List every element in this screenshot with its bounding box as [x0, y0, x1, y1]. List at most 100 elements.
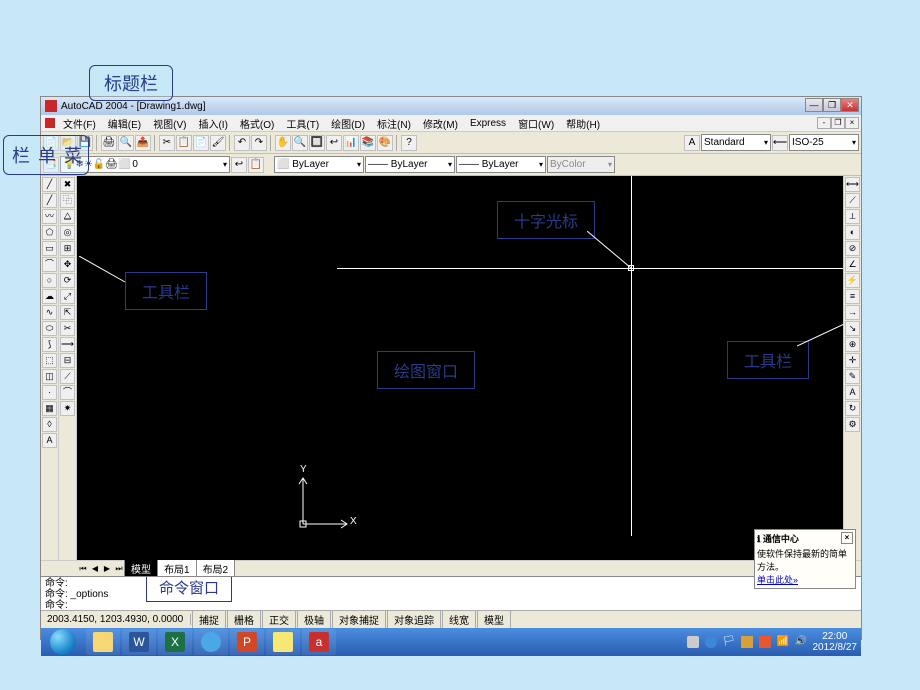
doc-close[interactable]: × — [845, 117, 859, 129]
region-icon[interactable]: ◊ — [42, 417, 57, 432]
dc-icon[interactable]: 📚 — [360, 135, 376, 151]
copy-icon[interactable]: 📋 — [176, 135, 192, 151]
match-icon[interactable]: 🖌 — [210, 135, 226, 151]
dim-baseline-icon[interactable]: ≡ — [845, 289, 860, 304]
extend-icon[interactable]: ⟶ — [60, 337, 75, 352]
fillet-icon[interactable]: ⌒ — [60, 385, 75, 400]
tray-icon[interactable] — [741, 636, 753, 648]
dim-aligned-icon[interactable]: ⟋ — [845, 193, 860, 208]
publish-icon[interactable]: 📤 — [135, 135, 151, 151]
menu-insert[interactable]: 插入(I) — [192, 115, 233, 132]
lineweight-dropdown[interactable]: —— ByLayer — [456, 156, 546, 173]
tray-flag-icon[interactable]: 🏳 — [723, 636, 735, 648]
move-icon[interactable]: ✥ — [60, 257, 75, 272]
doc-minimize[interactable]: - — [817, 117, 831, 129]
doc-icon[interactable] — [45, 118, 55, 128]
layer-previous-icon[interactable]: ↩ — [231, 157, 247, 173]
snap-toggle[interactable]: 捕捉 — [192, 610, 226, 629]
tab-nav-next[interactable]: ▶ — [101, 564, 113, 574]
pline-icon[interactable]: 〰 — [42, 209, 57, 224]
model-toggle[interactable]: 模型 — [477, 610, 511, 629]
erase-icon[interactable]: ✖ — [60, 177, 75, 192]
task-explorer[interactable] — [86, 629, 120, 655]
text-style-icon[interactable]: A — [684, 135, 700, 151]
tp-icon[interactable]: 🎨 — [377, 135, 393, 151]
paste-icon[interactable]: 📄 — [193, 135, 209, 151]
color-dropdown[interactable]: ⬜ ByLayer — [274, 156, 364, 173]
help-icon[interactable]: ? — [401, 135, 417, 151]
ortho-toggle[interactable]: 正交 — [262, 610, 296, 629]
tray-volume-icon[interactable]: 🔊 — [795, 636, 807, 648]
print-icon[interactable]: 🖨 — [101, 135, 117, 151]
menu-format[interactable]: 格式(O) — [234, 115, 280, 132]
line-icon[interactable]: ╱ — [42, 177, 57, 192]
leader-icon[interactable]: ↘ — [845, 321, 860, 336]
otrack-toggle[interactable]: 对象追踪 — [387, 610, 441, 629]
text-style-dropdown[interactable]: Standard — [701, 134, 771, 151]
pan-icon[interactable]: ✋ — [275, 135, 291, 151]
revcloud-icon[interactable]: ☁ — [42, 289, 57, 304]
layer-states-icon[interactable]: 📋 — [248, 157, 264, 173]
tray-icon[interactable] — [759, 636, 771, 648]
xline-icon[interactable]: ╱ — [42, 193, 57, 208]
circle-icon[interactable]: ○ — [42, 273, 57, 288]
break-icon[interactable]: ⊟ — [60, 353, 75, 368]
zoom-rt-icon[interactable]: 🔍 — [292, 135, 308, 151]
arc-icon[interactable]: ⌒ — [42, 257, 57, 272]
dim-edit-icon[interactable]: ✎ — [845, 369, 860, 384]
offset-icon[interactable]: ◎ — [60, 225, 75, 240]
dim-angular-icon[interactable]: ∠ — [845, 257, 860, 272]
polar-toggle[interactable]: 极轴 — [297, 610, 331, 629]
dim-quick-icon[interactable]: ⚡ — [845, 273, 860, 288]
menu-draw[interactable]: 绘图(D) — [325, 115, 371, 132]
zoom-win-icon[interactable]: 🔲 — [309, 135, 325, 151]
task-notes[interactable] — [266, 629, 300, 655]
menu-express[interactable]: Express — [464, 117, 512, 130]
text-icon[interactable]: A — [42, 433, 57, 448]
cut-icon[interactable]: ✂ — [159, 135, 175, 151]
dim-radius-icon[interactable]: ◐ — [845, 225, 860, 240]
hatch-icon[interactable]: ▦ — [42, 401, 57, 416]
rotate-icon[interactable]: ⟳ — [60, 273, 75, 288]
maximize-button[interactable]: ❐ — [823, 98, 841, 112]
dim-diameter-icon[interactable]: ⊘ — [845, 241, 860, 256]
trim-icon[interactable]: ✂ — [60, 321, 75, 336]
copy-obj-icon[interactable]: ⿻ — [60, 193, 75, 208]
tray-network-icon[interactable]: 📶 — [777, 636, 789, 648]
dim-update-icon[interactable]: ↻ — [845, 401, 860, 416]
polygon-icon[interactable]: ⬠ — [42, 225, 57, 240]
tab-nav-first[interactable]: ⏮ — [77, 564, 89, 574]
task-word[interactable]: W — [122, 629, 156, 655]
chamfer-icon[interactable]: ⟋ — [60, 369, 75, 384]
preview-icon[interactable]: 🔍 — [118, 135, 134, 151]
dim-style-icon[interactable]: ⟵ — [772, 135, 788, 151]
ellipse-arc-icon[interactable]: ⟆ — [42, 337, 57, 352]
task-autocad[interactable]: a — [302, 629, 336, 655]
lwt-toggle[interactable]: 线宽 — [442, 610, 476, 629]
center-mark-icon[interactable]: ✛ — [845, 353, 860, 368]
linetype-dropdown[interactable]: —— ByLayer — [365, 156, 455, 173]
menu-view[interactable]: 视图(V) — [147, 115, 192, 132]
array-icon[interactable]: ⊞ — [60, 241, 75, 256]
insert-block-icon[interactable]: ⬚ — [42, 353, 57, 368]
menu-dimension[interactable]: 标注(N) — [371, 115, 417, 132]
dim-style-dropdown[interactable]: ISO-25 — [789, 134, 859, 151]
rectangle-icon[interactable]: ▭ — [42, 241, 57, 256]
dim-style-icon[interactable]: ⚙ — [845, 417, 860, 432]
taskbar-clock[interactable]: 22:00 2012/8/27 — [813, 631, 858, 653]
menu-help[interactable]: 帮助(H) — [560, 115, 606, 132]
properties-icon[interactable]: 📊 — [343, 135, 359, 151]
tolerance-icon[interactable]: ⊕ — [845, 337, 860, 352]
plotstyle-dropdown[interactable]: ByColor — [547, 156, 615, 173]
mirror-icon[interactable]: ⧋ — [60, 209, 75, 224]
menu-file[interactable]: 文件(F) — [57, 115, 102, 132]
comm-center-close[interactable]: × — [841, 532, 853, 544]
grid-toggle[interactable]: 栅格 — [227, 610, 261, 629]
minimize-button[interactable]: — — [805, 98, 823, 112]
tab-nav-prev[interactable]: ◀ — [89, 564, 101, 574]
menu-edit[interactable]: 编辑(E) — [102, 115, 147, 132]
dim-ordinate-icon[interactable]: ⟂ — [845, 209, 860, 224]
start-button[interactable] — [41, 628, 85, 656]
command-window[interactable]: 命令: 命令: _options 命令: 命令窗口 — [41, 576, 861, 610]
menu-modify[interactable]: 修改(M) — [417, 115, 464, 132]
